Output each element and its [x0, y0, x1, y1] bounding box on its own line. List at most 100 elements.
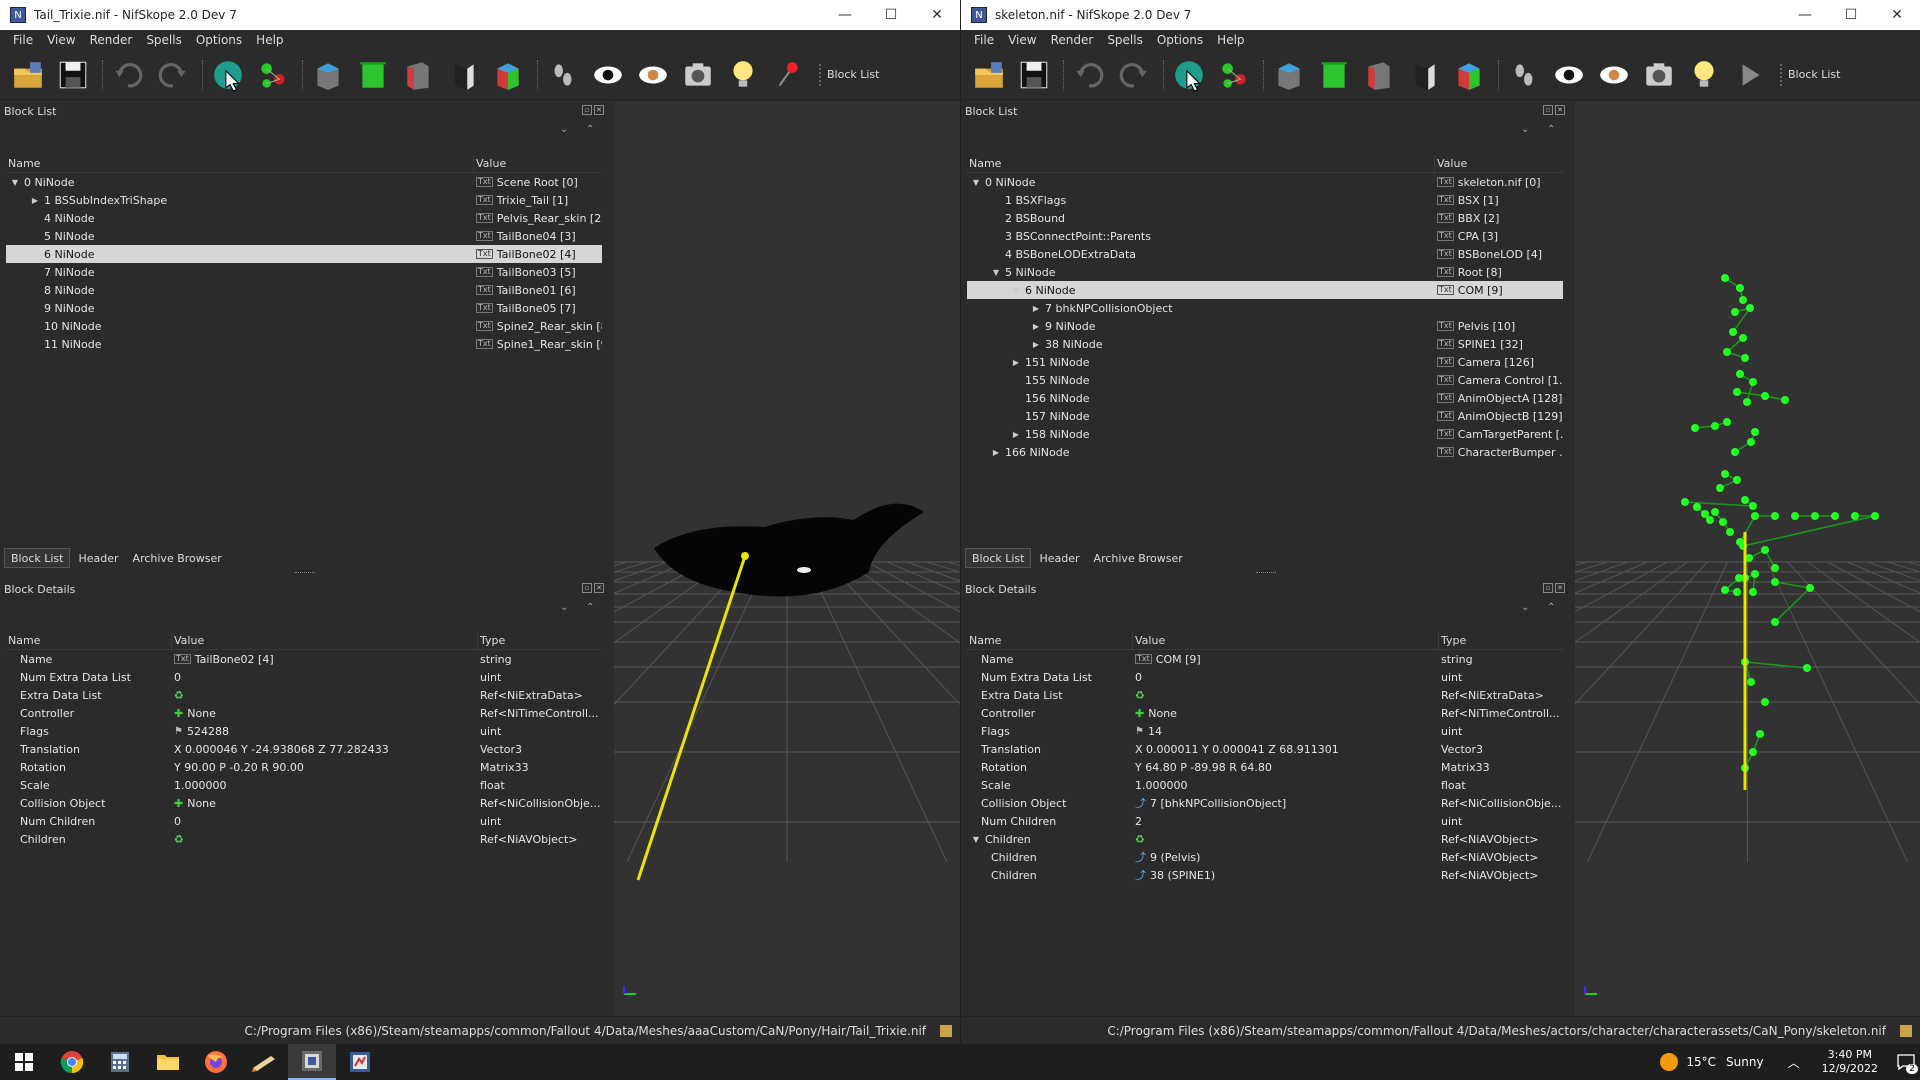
block-list-toggle[interactable]: Block List — [1780, 63, 1846, 86]
add-plus-icon[interactable]: ✚ — [174, 797, 183, 810]
flag-icon[interactable]: ⚑ — [174, 726, 183, 737]
col-type[interactable]: Type — [478, 632, 602, 649]
tab-block-list[interactable]: Block List — [965, 548, 1032, 568]
detail-row[interactable]: Children ⤴ 38 (SPINE1) Ref<NiAVObject> — [967, 866, 1563, 884]
pin-icon[interactable] — [768, 55, 808, 95]
show-nodes-icon[interactable] — [1594, 55, 1634, 95]
detail-row[interactable]: Scale 1.000000 float — [6, 776, 602, 794]
detail-value[interactable]: 1.000000 — [174, 779, 227, 792]
col-name[interactable]: Name — [6, 632, 172, 649]
view-side-icon[interactable] — [398, 55, 438, 95]
detail-row[interactable]: Num Children 0 uint — [6, 812, 602, 830]
lighting-icon[interactable] — [1684, 55, 1724, 95]
menu-view[interactable]: View — [1001, 33, 1043, 47]
show-hidden-icon[interactable] — [1549, 55, 1589, 95]
collapse-all-icon[interactable]: ⌃ — [586, 602, 594, 613]
open-file-icon[interactable] — [8, 55, 48, 95]
detail-row[interactable]: Controller ✚ None Ref<NiTimeControll... — [967, 704, 1563, 722]
view-top-icon[interactable] — [1269, 55, 1309, 95]
dock-float-icon[interactable]: ▫ — [582, 105, 592, 115]
detail-value[interactable]: COM [9] — [1156, 653, 1201, 666]
tray-chevron-up-icon[interactable]: ︿ — [1788, 1054, 1800, 1071]
weather-text[interactable]: Sunny — [1726, 1055, 1764, 1069]
array-refresh-icon[interactable]: ♻ — [174, 833, 184, 846]
walk-mode-icon[interactable] — [543, 55, 583, 95]
tab-block-list[interactable]: Block List — [4, 548, 71, 568]
col-name[interactable]: Name — [967, 632, 1133, 649]
block-row[interactable]: 11 NiNode Txt Spine1_Rear_skin [9] — [6, 335, 602, 353]
block-row[interactable]: 10 NiNode Txt Spine2_Rear_skin [8] — [6, 317, 602, 335]
detail-value[interactable]: 7 [bhkNPCollisionObject] — [1150, 797, 1286, 810]
block-row[interactable]: ▼ 6 NiNode Txt COM [9] — [967, 281, 1563, 299]
start-button[interactable] — [0, 1044, 48, 1080]
play-icon[interactable] — [1729, 55, 1769, 95]
detail-value[interactable]: None — [187, 797, 216, 810]
detail-row[interactable]: Collision Object ⤴ 7 [bhkNPCollisionObject… — [967, 794, 1563, 812]
detail-row[interactable]: Children ♻ Ref<NiAVObject> — [6, 830, 602, 848]
array-refresh-icon[interactable]: ♻ — [1135, 833, 1145, 846]
block-row[interactable]: 155 NiNode Txt Camera Control [1... — [967, 371, 1563, 389]
detail-row[interactable]: Extra Data List ♻ Ref<NiExtraData> — [967, 686, 1563, 704]
show-hidden-icon[interactable] — [588, 55, 628, 95]
block-row[interactable]: 2 BSBound Txt BBX [2] — [967, 209, 1563, 227]
block-row[interactable]: ▶ 9 NiNode Txt Pelvis [10] — [967, 317, 1563, 335]
detail-row[interactable]: Translation X 0.000011 Y 0.000041 Z 68.91… — [967, 740, 1563, 758]
expand-all-icon[interactable]: ⌄ — [1521, 124, 1529, 135]
minimize-icon[interactable]: — — [822, 0, 868, 30]
chevron-right-icon[interactable]: ▶ — [1031, 322, 1041, 331]
taskbar-chrome[interactable] — [48, 1044, 96, 1080]
dock-float-icon[interactable]: ▫ — [1543, 583, 1553, 593]
collapse-all-icon[interactable]: ⌃ — [586, 124, 594, 135]
view-front-icon[interactable] — [353, 55, 393, 95]
3d-viewport[interactable] — [614, 102, 960, 1016]
menu-file[interactable]: File — [967, 33, 1001, 47]
block-row[interactable]: ▼ 0 NiNode Txt Scene Root [0] — [6, 173, 602, 191]
close-icon[interactable]: ✕ — [1874, 0, 1920, 30]
expand-all-icon[interactable]: ⌄ — [560, 602, 568, 613]
view-front-icon[interactable] — [1314, 55, 1354, 95]
weather-temp[interactable]: 15°C — [1686, 1055, 1716, 1069]
block-row[interactable]: ▼ 0 NiNode Txt skeleton.nif [0] — [967, 173, 1563, 191]
chevron-down-icon[interactable]: ▼ — [971, 835, 981, 844]
pane-splitter[interactable] — [295, 572, 315, 575]
detail-value[interactable]: None — [1148, 707, 1177, 720]
select-object-icon[interactable] — [208, 55, 248, 95]
block-row[interactable]: 3 BSConnectPoint::Parents Txt CPA [3] — [967, 227, 1563, 245]
detail-value[interactable]: 2 — [1135, 815, 1142, 828]
block-row[interactable]: 8 NiNode Txt TailBone01 [6] — [6, 281, 602, 299]
detail-row[interactable]: Flags ⚑ 14 uint — [967, 722, 1563, 740]
detail-row[interactable]: Num Extra Data List 0 uint — [967, 668, 1563, 686]
menu-help[interactable]: Help — [1210, 33, 1251, 47]
view-top-icon[interactable] — [308, 55, 348, 95]
block-row[interactable]: 4 BSBoneLODExtraData Txt BSBoneLOD [4] — [967, 245, 1563, 263]
screenshot-icon[interactable] — [1639, 55, 1679, 95]
detail-row[interactable]: Name Txt COM [9] string — [967, 650, 1563, 668]
col-name[interactable]: Name — [6, 155, 474, 172]
maximize-icon[interactable]: ☐ — [868, 0, 914, 30]
block-row[interactable]: 157 NiNode Txt AnimObjectB [129] — [967, 407, 1563, 425]
chevron-down-icon[interactable]: ▼ — [971, 178, 981, 187]
detail-row[interactable]: ▼ Children ♻ Ref<NiAVObject> — [967, 830, 1563, 848]
chevron-down-icon[interactable]: ▼ — [991, 268, 1001, 277]
col-value[interactable]: Value — [1435, 155, 1563, 172]
dock-close-icon[interactable]: ✕ — [594, 583, 604, 593]
screenshot-icon[interactable] — [678, 55, 718, 95]
menu-render[interactable]: Render — [83, 33, 140, 47]
menu-view[interactable]: View — [40, 33, 82, 47]
close-icon[interactable]: ✕ — [914, 0, 960, 30]
collapse-all-icon[interactable]: ⌃ — [1547, 602, 1555, 613]
view-half-icon[interactable] — [1404, 55, 1444, 95]
menu-options[interactable]: Options — [1150, 33, 1210, 47]
open-file-icon[interactable] — [969, 55, 1009, 95]
detail-row[interactable]: Name Txt TailBone02 [4] string — [6, 650, 602, 668]
detail-row[interactable]: Scale 1.000000 float — [967, 776, 1563, 794]
lighting-icon[interactable] — [723, 55, 763, 95]
add-plus-icon[interactable]: ✚ — [174, 707, 183, 720]
detail-value[interactable]: None — [187, 707, 216, 720]
detail-value[interactable]: Y 90.00 P -0.20 R 90.00 — [174, 761, 304, 774]
detail-row[interactable]: Num Children 2 uint — [967, 812, 1563, 830]
detail-value[interactable]: TailBone02 [4] — [195, 653, 274, 666]
tab-header[interactable]: Header — [1033, 548, 1086, 568]
minimize-icon[interactable]: — — [1782, 0, 1828, 30]
3d-viewport[interactable] — [1575, 102, 1920, 1016]
